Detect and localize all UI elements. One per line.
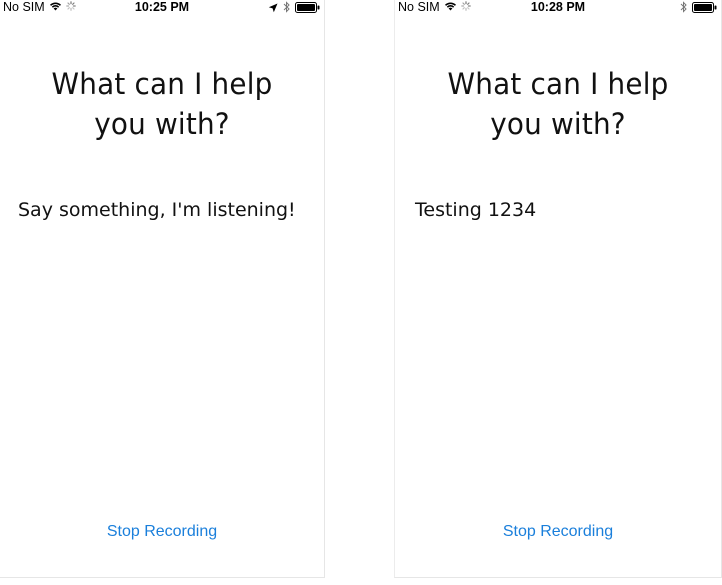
status-right-icons: [268, 1, 320, 16]
prompt-line-1: What can I help: [51, 67, 273, 101]
phone-screen-transcribed: No SIM 10:28 PM What can I help you with…: [394, 0, 722, 578]
stop-recording-button[interactable]: Stop Recording: [0, 521, 324, 543]
status-right-icons: [680, 1, 717, 16]
transcript-text: Say something, I'm listening!: [18, 199, 296, 221]
prompt-line-2: you with?: [94, 107, 230, 141]
prompt-heading: What can I help you with?: [6, 64, 317, 144]
prompt-heading: What can I help you with?: [402, 64, 715, 144]
screenshot-stage: No SIM 10:25 PM What can I help you with…: [0, 0, 722, 585]
battery-icon: [295, 1, 320, 16]
status-bar: No SIM: [395, 0, 721, 14]
prompt-line-2: you with?: [490, 107, 626, 141]
bluetooth-icon: [680, 1, 687, 16]
location-arrow-icon: [268, 2, 278, 16]
status-bar: No SIM: [0, 0, 324, 14]
status-time: 10:28 PM: [530, 0, 586, 14]
phone-screen-listening: No SIM 10:25 PM What can I help you with…: [0, 0, 325, 578]
prompt-line-1: What can I help: [447, 67, 669, 101]
stop-recording-button[interactable]: Stop Recording: [395, 521, 721, 543]
battery-icon: [692, 1, 717, 16]
bluetooth-icon: [283, 1, 290, 16]
transcript-text: Testing 1234: [415, 199, 537, 221]
